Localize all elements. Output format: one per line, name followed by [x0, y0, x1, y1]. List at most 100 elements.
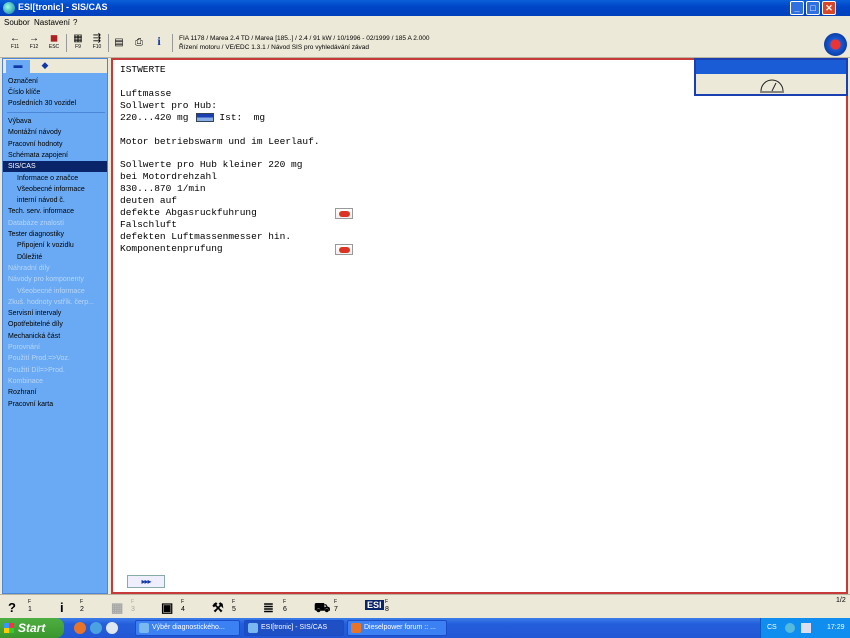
- measurement-popup[interactable]: [694, 58, 848, 96]
- function-key-label: F: [28, 599, 32, 605]
- title-bar[interactable]: ESI[tronic] - SIS/CAS _ □ ✕: [0, 0, 850, 16]
- minimize-button[interactable]: _: [790, 1, 804, 15]
- content-pane[interactable]: ISTWERTE ▸▸▸ Luftmasse Sollwert pro Hub: 2…: [111, 58, 848, 594]
- sidebar-item[interactable]: Označení: [3, 76, 107, 87]
- content-line: bei Motordrehzahl: [120, 171, 217, 182]
- info-button[interactable]: i: [150, 35, 168, 56]
- forward-button[interactable]: → F12: [25, 33, 43, 53]
- browser-icon[interactable]: [106, 622, 118, 634]
- content-line-text: deuten auf: [120, 195, 178, 207]
- f10-button[interactable]: ⇶ F10: [88, 33, 106, 53]
- popup-title-bar[interactable]: [696, 60, 846, 74]
- sidebar-item[interactable]: Tech. serv. informace: [3, 206, 107, 217]
- printer-icon: ⎙: [135, 37, 143, 48]
- show-component-button[interactable]: [335, 208, 353, 219]
- sidebar-item[interactable]: Důležité: [3, 252, 107, 263]
- sidebar-divider: [7, 112, 105, 113]
- content-line: Sollwert pro Hub:: [120, 100, 217, 111]
- sidebar-item[interactable]: Mechanická část: [3, 331, 107, 342]
- sidebar-item[interactable]: Výbava: [3, 116, 107, 127]
- ie-icon[interactable]: [90, 622, 102, 634]
- function-key-label: F: [283, 599, 287, 605]
- taskbar-task[interactable]: ESI[tronic] - SIS/CAS: [244, 620, 344, 636]
- content-line: Falschluft: [120, 219, 177, 230]
- clock: 17:29: [827, 624, 845, 631]
- gauge-icon[interactable]: [759, 79, 785, 93]
- sidebar-item[interactable]: interní návod č.: [3, 195, 107, 206]
- sidebar-item[interactable]: Opotřebitelné díly: [3, 319, 107, 330]
- sidebar-item[interactable]: Schémata zapojení: [3, 150, 107, 161]
- tab-components[interactable]: ◆: [33, 60, 57, 73]
- document-icon: ▤: [114, 37, 124, 48]
- sidebar-item: Použití Díl=>Prod.: [8, 366, 65, 374]
- function-button-f5[interactable]: ⚒ F 5: [210, 597, 244, 617]
- menu-bar: Soubor Nastavení ?: [0, 16, 850, 29]
- sidebar-item[interactable]: SIS/CAS: [3, 161, 107, 173]
- vehicle-info: FIA 1178 / Marea 2.4 TD / Marea [185..] …: [179, 35, 430, 42]
- volume-icon[interactable]: [801, 623, 811, 633]
- function-key-number: 3: [131, 606, 135, 613]
- sidebar-item[interactable]: Montážní návody: [3, 127, 107, 138]
- taskbar-task[interactable]: Dieselpower forum :: ...: [347, 620, 447, 636]
- sidebar-item[interactable]: Informace o značce: [3, 173, 107, 184]
- function-key-number: 6: [283, 606, 287, 613]
- print-button[interactable]: ⎙: [130, 37, 148, 57]
- sidebar-item[interactable]: Tester diagnostiky: [3, 229, 107, 240]
- content-line: defekte Abgasruckfuhrung: [120, 207, 257, 218]
- function-button-f4[interactable]: ▣ F 4: [159, 597, 193, 617]
- sidebar-item[interactable]: Rozhraní: [3, 387, 107, 398]
- tab-vehicle[interactable]: ▬: [6, 60, 30, 73]
- sidebar-item[interactable]: Posledních 30 vozidel: [3, 98, 107, 109]
- start-button[interactable]: Start: [0, 618, 64, 638]
- arrow-right-icon: →: [29, 33, 39, 44]
- close-button[interactable]: ✕: [822, 1, 836, 15]
- function-button-f8[interactable]: ESI F 8: [363, 597, 397, 617]
- back-button[interactable]: ← F11: [6, 33, 24, 53]
- maximize-button[interactable]: □: [806, 1, 820, 15]
- sidebar-item[interactable]: Pracovní hodnoty: [3, 139, 107, 150]
- network-icon[interactable]: [785, 623, 795, 633]
- actual-value: Ist: mg: [219, 111, 266, 123]
- sidebar-item[interactable]: Pracovní karta: [3, 399, 107, 410]
- content-line-text: defekte Abgasruckfuhrung: [120, 207, 257, 218]
- sidebar-item[interactable]: Všeobecné informace: [3, 184, 107, 195]
- f9-button[interactable]: ▦ F9: [69, 33, 87, 53]
- function-button-f6[interactable]: ≣ F 6: [261, 597, 295, 617]
- language-indicator[interactable]: CS: [767, 624, 777, 631]
- tree-icon: ▦: [111, 600, 124, 615]
- menu-nastaveni[interactable]: Nastavení: [34, 18, 70, 27]
- document-button[interactable]: ▤: [110, 37, 128, 57]
- task-label: Výběr diagnostického...: [152, 624, 225, 631]
- function-key-number: 5: [232, 606, 236, 613]
- taskbar-task[interactable]: Výběr diagnostického...: [135, 620, 240, 636]
- menu-soubor[interactable]: Soubor: [4, 18, 30, 27]
- function-key-label: F: [131, 599, 135, 605]
- content-heading: ISTWERTE: [120, 64, 166, 75]
- next-page-button[interactable]: ▸▸▸: [127, 575, 165, 588]
- firefox-icon[interactable]: [74, 622, 86, 634]
- sidebar-item[interactable]: Servisní intervaly: [3, 308, 107, 319]
- function-button-f1[interactable]: ? F 1: [6, 597, 40, 617]
- page-indicator: 1/2: [836, 597, 846, 604]
- toolbar: ← F11 → F12 ◼ ESC ▦ F9 ⇶ F10 ▤ ⎙ i: [0, 29, 850, 58]
- function-key-label: F: [334, 599, 338, 605]
- function-bar: 1/2 ? F 1 i F 2 ▦ F 3 ▣ F 4 ⚒ F 5 ≣ F 6 ⛟ F 7 ESI F 8: [0, 594, 850, 618]
- content-line-text: Sollwerte pro Hub kleiner 220 mg: [120, 159, 303, 171]
- tree-icon: ⇶: [92, 33, 102, 44]
- function-button-f7[interactable]: ⛟ F 7: [312, 597, 346, 617]
- content-line-text: Luftmasse: [120, 88, 172, 99]
- menu-help[interactable]: ?: [73, 18, 77, 27]
- content-line: deuten auf: [120, 195, 177, 206]
- component-icon: [339, 246, 350, 253]
- show-component-button[interactable]: [335, 243, 353, 255]
- arrow-left-icon: ←: [10, 33, 20, 44]
- sidebar-item: Zkuš. hodnoty vstřík. čerp...: [8, 298, 94, 306]
- content-line: Motor betriebswarm und im Leerlauf.: [120, 136, 320, 147]
- sidebar-item[interactable]: Číslo klíče: [3, 87, 107, 98]
- sidebar-item: Porovnání: [8, 344, 40, 351]
- function-button-f2[interactable]: i F2: [58, 597, 92, 617]
- esc-icon: ◼: [49, 33, 59, 44]
- esc-button[interactable]: ◼ ESC: [45, 33, 63, 53]
- sidebar-item[interactable]: Připojení k vozidlu: [3, 240, 107, 251]
- system-tray: CS 17:29: [760, 618, 850, 638]
